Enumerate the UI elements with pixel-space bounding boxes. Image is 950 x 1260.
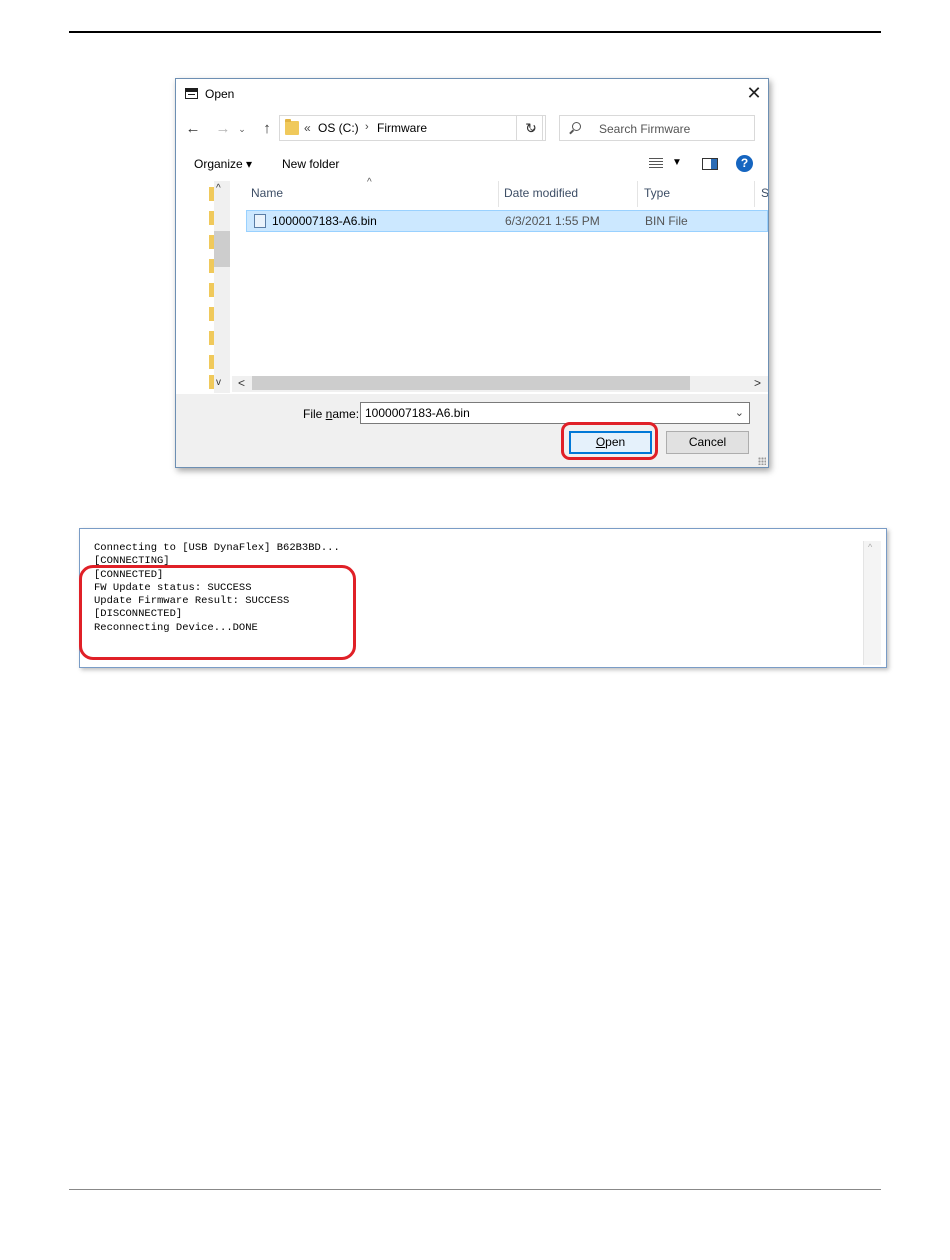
file-row-selected[interactable]: 1000007183-A6.bin 6/3/2021 1:55 PM BIN F… (246, 210, 768, 232)
scroll-up-icon[interactable]: ^ (868, 542, 872, 552)
navigation-bar: ← → ⌄ ↑ « OS (C:) › Firmware ⌄ ↻ Search … (176, 113, 768, 145)
breadcrumb-overflow[interactable]: « (304, 121, 311, 135)
column-header-type[interactable]: Type (644, 186, 670, 200)
address-bar[interactable]: « OS (C:) › Firmware ⌄ (279, 115, 543, 141)
column-header-date-modified[interactable]: Date modified (504, 186, 578, 200)
column-header-size[interactable]: S (761, 186, 768, 200)
page-top-rule (69, 31, 881, 33)
cancel-button[interactable]: Cancel (666, 431, 749, 454)
breadcrumb-separator[interactable]: › (365, 121, 369, 133)
file-name-input[interactable]: 1000007183-A6.bin ⌄ (360, 402, 750, 424)
resize-grip-icon[interactable] (758, 457, 766, 465)
forward-arrow-icon[interactable]: → (214, 118, 232, 140)
up-arrow-icon[interactable]: ↑ (258, 118, 276, 140)
horizontal-scrollbar[interactable]: < > (232, 376, 768, 392)
scroll-right-icon[interactable]: > (754, 376, 761, 390)
sort-caret-icon: ^ (367, 177, 372, 188)
close-icon[interactable]: ✕ (743, 82, 765, 104)
search-placeholder: Search Firmware (599, 122, 691, 136)
navigation-pane: ^ v (176, 181, 231, 393)
breadcrumb-folder[interactable]: Firmware (377, 121, 427, 135)
file-name: 1000007183-A6.bin (272, 214, 377, 228)
scroll-thumb[interactable] (214, 231, 230, 267)
new-folder-button[interactable]: New folder (282, 157, 339, 171)
column-divider[interactable] (498, 181, 499, 207)
file-icon (254, 214, 266, 228)
column-divider[interactable] (754, 181, 755, 207)
console-scrollbar[interactable]: ^ (863, 541, 881, 665)
file-name-value: 1000007183-A6.bin (365, 406, 470, 420)
breadcrumb-drive[interactable]: OS (C:) (318, 121, 359, 135)
dialog-title: Open (205, 87, 235, 101)
refresh-icon[interactable]: ↻ (516, 115, 546, 141)
file-list: ^ Name Date modified Type S 1000007183-A… (232, 177, 768, 393)
file-date: 6/3/2021 1:55 PM (505, 214, 600, 228)
scroll-down-icon[interactable]: v (216, 377, 221, 388)
navigation-scrollbar[interactable]: ^ v (214, 181, 230, 393)
column-header-name[interactable]: Name (251, 186, 283, 200)
organize-button[interactable]: Organize ▾ (194, 157, 252, 171)
help-icon[interactable]: ? (736, 155, 753, 172)
recent-locations-chevron-icon[interactable]: ⌄ (236, 118, 248, 140)
column-divider[interactable] (637, 181, 638, 207)
command-bar: Organize ▾ New folder ▼ ? (176, 149, 768, 179)
window-icon (185, 88, 198, 99)
scroll-left-icon[interactable]: < (238, 376, 245, 390)
file-name-dropdown-icon[interactable]: ⌄ (735, 406, 744, 419)
open-file-dialog: Open ✕ ← → ⌄ ↑ « OS (C:) › Firmware ⌄ ↻ … (175, 78, 769, 468)
scroll-up-icon[interactable]: ^ (216, 183, 221, 194)
back-arrow-icon[interactable]: ← (184, 118, 202, 140)
view-dropdown-icon[interactable]: ▼ (672, 157, 682, 168)
console-result-highlight (79, 565, 356, 660)
preview-pane-icon[interactable] (702, 158, 718, 170)
folder-icon (285, 119, 299, 135)
dialog-footer: File name: 1000007183-A6.bin ⌄ Open Canc… (176, 394, 768, 467)
file-type: BIN File (645, 214, 688, 228)
page-bottom-rule (69, 1189, 881, 1190)
search-box[interactable]: Search Firmware (559, 115, 755, 141)
open-button-highlight (561, 422, 658, 460)
search-icon (572, 122, 581, 131)
title-bar: Open ✕ (176, 79, 768, 109)
file-name-label: File name: (303, 407, 360, 421)
view-options-icon[interactable] (649, 158, 663, 169)
horizontal-scroll-thumb[interactable] (252, 376, 690, 390)
